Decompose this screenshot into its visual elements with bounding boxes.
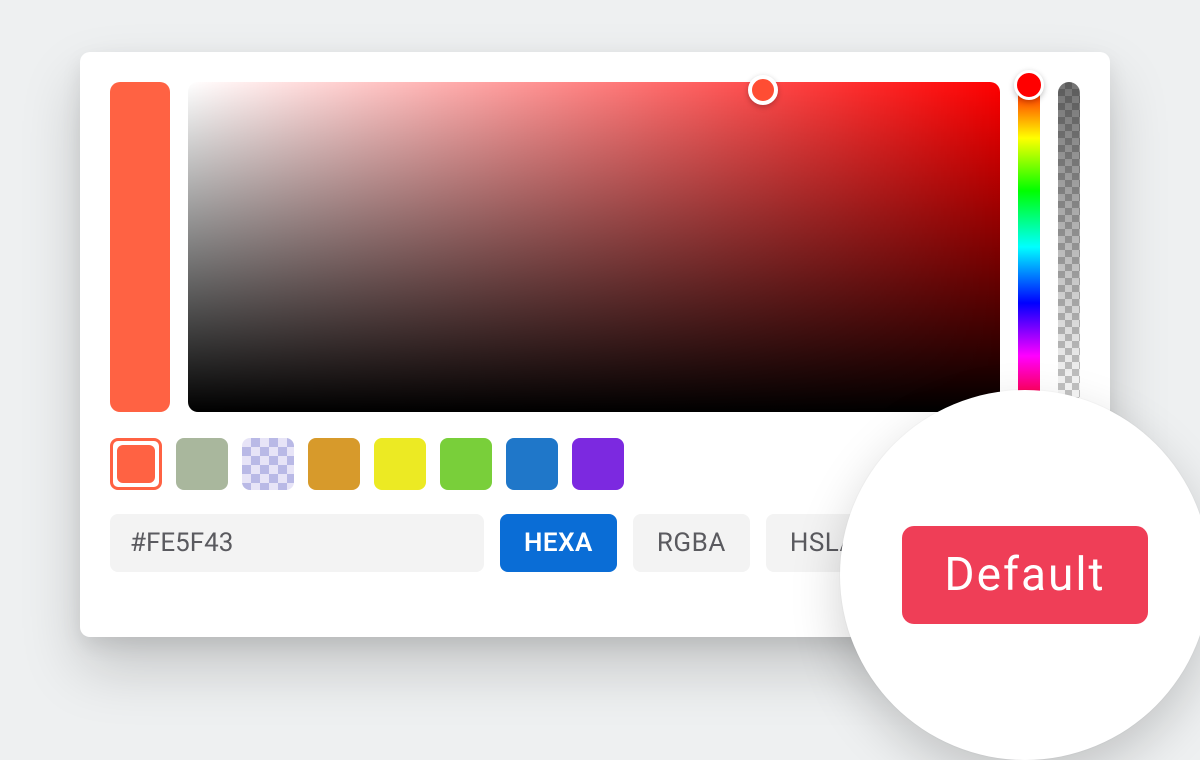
swatch-yellow[interactable] [374,438,426,490]
format-rgba-button[interactable]: RGBA [633,514,750,572]
swatch-fill [117,445,155,483]
swatch-fill [308,438,360,490]
swatch-fill [506,438,558,490]
hex-input[interactable] [110,514,484,572]
hue-thumb[interactable] [1014,70,1044,100]
swatch-coral[interactable] [110,438,162,490]
default-bubble: Default [840,390,1200,760]
swatch-fill [374,438,426,490]
picker-top-row [110,82,1080,412]
saturation-value-field[interactable] [188,82,1000,412]
swatch-blue[interactable] [506,438,558,490]
hue-slider[interactable] [1018,82,1040,412]
swatch-green[interactable] [440,438,492,490]
sv-thumb[interactable] [748,75,778,105]
swatch-sage[interactable] [176,438,228,490]
swatch-violet[interactable] [572,438,624,490]
swatch-ochre[interactable] [308,438,360,490]
swatch-fill [242,438,294,490]
default-button[interactable]: Default [902,526,1147,624]
format-hexa-button[interactable]: HEXA [500,514,617,572]
swatch-transparent-lilac[interactable] [242,438,294,490]
color-preview [110,82,170,412]
alpha-slider[interactable] [1058,82,1080,412]
swatch-fill [176,438,228,490]
swatch-fill [572,438,624,490]
swatch-fill [440,438,492,490]
